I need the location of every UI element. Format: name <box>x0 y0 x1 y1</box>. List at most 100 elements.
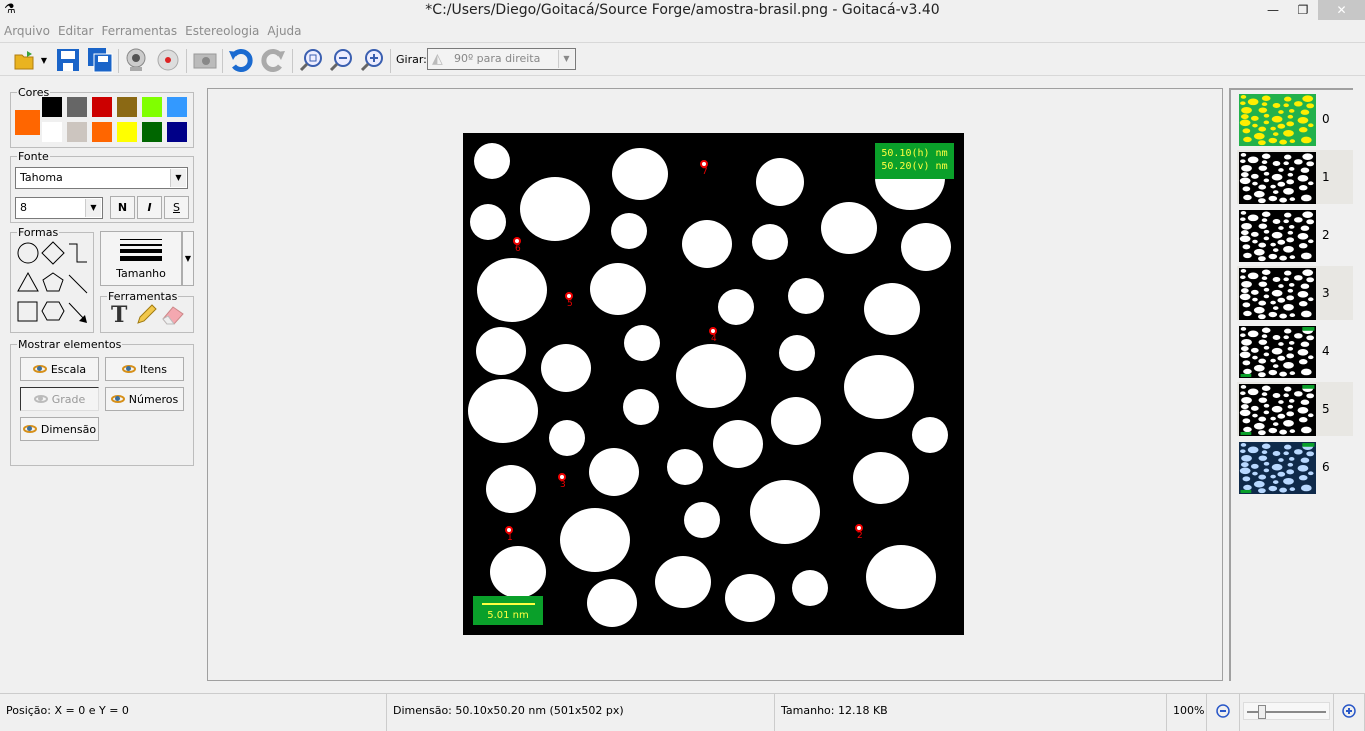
layer-preview <box>1239 384 1316 436</box>
layer-preview <box>1239 94 1316 146</box>
toggle-grid-button[interactable]: Grade <box>20 387 99 411</box>
color-swatch[interactable] <box>92 122 112 142</box>
font-size-select[interactable]: 8 ▼ <box>15 197 103 219</box>
layer-thumbnail-item[interactable]: 5 <box>1237 382 1353 436</box>
diamond-shape-icon[interactable] <box>41 241 65 265</box>
underline-button[interactable]: S <box>164 196 189 219</box>
font-size-value: 8 <box>20 201 27 214</box>
color-swatch[interactable] <box>42 97 62 117</box>
redo-icon[interactable] <box>260 47 286 73</box>
line-size-button[interactable]: Tamanho <box>100 231 182 286</box>
webcam-icon[interactable] <box>123 47 149 73</box>
hexagon-shape-icon[interactable] <box>41 301 65 321</box>
zoom-in-icon[interactable] <box>359 47 385 73</box>
chevron-down-icon: ▼ <box>170 169 186 187</box>
close-button[interactable]: ✕ <box>1318 0 1365 20</box>
menu-ajuda[interactable]: Ajuda <box>263 22 305 40</box>
zoom-out-icon[interactable] <box>328 47 354 73</box>
color-swatch[interactable] <box>67 97 87 117</box>
eye-icon <box>32 365 47 373</box>
zoom-fit-icon[interactable] <box>298 47 324 73</box>
color-swatch[interactable] <box>117 97 137 117</box>
rotate-label: Girar: <box>396 53 427 66</box>
menu-ferramentas[interactable]: Ferramentas <box>97 22 181 40</box>
particle <box>779 335 815 371</box>
size-label: Tamanho <box>116 267 166 280</box>
layer-thumbnail-item[interactable]: 2 <box>1237 208 1353 262</box>
font-family-select[interactable]: Tahoma ▼ <box>15 167 188 189</box>
line-shape-icon[interactable] <box>68 274 88 294</box>
toggle-dimension-button[interactable]: Dimensão <box>20 417 99 441</box>
particle <box>560 508 630 572</box>
color-swatch[interactable] <box>42 122 62 142</box>
pentagon-shape-icon[interactable] <box>42 272 64 292</box>
minus-circle-icon <box>1216 704 1230 718</box>
particle <box>611 213 647 249</box>
eraser-tool-icon[interactable] <box>160 304 186 326</box>
menu-editar[interactable]: Editar <box>54 22 98 40</box>
zoom-slider[interactable] <box>1243 702 1330 720</box>
minimize-button[interactable]: — <box>1258 0 1288 20</box>
numbers-label: Números <box>128 392 179 406</box>
text-tool-icon[interactable]: T <box>111 302 127 328</box>
status-size: Tamanho: 12.18 KB <box>775 694 1167 731</box>
particle <box>718 289 754 325</box>
layer-preview <box>1239 210 1316 262</box>
color-swatch[interactable] <box>167 97 187 117</box>
zoom-slider-thumb[interactable] <box>1258 705 1267 719</box>
circle-shape-icon[interactable] <box>17 242 39 264</box>
toggle-scale-button[interactable]: Escala <box>20 357 99 381</box>
pencil-tool-icon[interactable] <box>135 304 157 326</box>
layer-thumbnail-item[interactable]: 3 <box>1237 266 1353 320</box>
particle <box>853 452 909 504</box>
save-all-icon[interactable] <box>87 47 113 73</box>
color-swatch[interactable] <box>142 122 162 142</box>
particle <box>901 223 951 271</box>
square-shape-icon[interactable] <box>17 301 38 322</box>
toggle-numbers-button[interactable]: Números <box>105 387 184 411</box>
layer-thumbnail-item[interactable]: 1 <box>1237 150 1353 204</box>
dimension-label-box: 50.10(h) nm 50.20(v) nm <box>875 143 954 179</box>
record-icon[interactable] <box>155 47 181 73</box>
item-number: 7 <box>702 167 708 177</box>
color-swatch[interactable] <box>167 122 187 142</box>
rotate-icon: ◭ <box>432 51 443 67</box>
toggle-items-button[interactable]: Itens <box>105 357 184 381</box>
color-swatch[interactable] <box>117 122 137 142</box>
step-line-icon[interactable] <box>69 243 87 263</box>
particle <box>470 204 506 240</box>
rotate-select[interactable]: ◭ 90º para direita ▼ <box>427 48 576 70</box>
open-folder-icon[interactable] <box>12 47 38 73</box>
camera-icon[interactable] <box>192 47 218 73</box>
particle <box>684 502 720 538</box>
particle <box>486 465 536 513</box>
zoom-out-button[interactable] <box>1207 694 1240 731</box>
particle <box>713 420 763 468</box>
layer-number: 3 <box>1322 286 1330 300</box>
open-dropdown-icon[interactable]: ▼ <box>38 47 50 73</box>
particle <box>821 202 877 254</box>
bold-button[interactable]: N <box>110 196 135 219</box>
item-number: 1 <box>507 533 513 543</box>
layer-thumbnail-item[interactable]: 0 <box>1237 92 1353 146</box>
menu-estereologia[interactable]: Estereologia <box>181 22 263 40</box>
zoom-in-button[interactable] <box>1333 694 1365 731</box>
size-dropdown-button[interactable]: ▼ <box>182 231 194 286</box>
color-swatch[interactable] <box>92 97 112 117</box>
save-icon[interactable] <box>55 47 81 73</box>
layer-thumbnail-item[interactable]: 4 <box>1237 324 1353 378</box>
menu-arquivo[interactable]: Arquivo <box>0 22 54 40</box>
particle <box>589 448 639 496</box>
image-canvas[interactable]: 50.10(h) nm 50.20(v) nm 5.01 nm 1 2 3 4 5 6 7 <box>463 133 964 635</box>
arrow-shape-icon[interactable] <box>68 302 87 323</box>
current-color-swatch[interactable] <box>15 110 40 135</box>
italic-button[interactable]: I <box>137 196 162 219</box>
color-swatch[interactable] <box>142 97 162 117</box>
color-swatch[interactable] <box>67 122 87 142</box>
layer-thumbnail-item[interactable]: 6 <box>1237 440 1353 494</box>
maximize-button[interactable]: ❐ <box>1288 0 1318 20</box>
undo-icon[interactable] <box>228 47 254 73</box>
chevron-down-icon: ▼ <box>558 50 574 68</box>
grid-label: Grade <box>51 392 86 406</box>
triangle-shape-icon[interactable] <box>17 271 39 292</box>
